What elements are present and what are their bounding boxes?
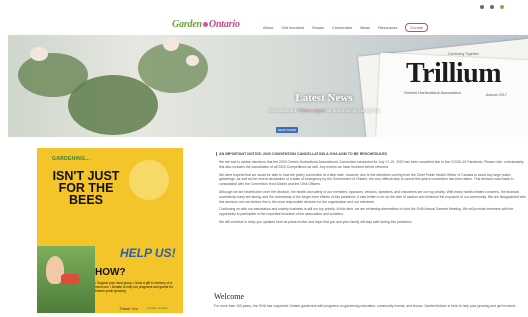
logo-part-ontario: Ontario — [208, 19, 240, 30]
notice-heading: AN IMPORTANT NOTICE: 2020 CONVENTION CAN… — [216, 152, 526, 156]
nav-news[interactable]: News — [360, 25, 370, 30]
email-icon[interactable] — [500, 5, 504, 9]
social-icons — [480, 5, 504, 9]
notice-paragraph: Although we are heartbroken over the dec… — [219, 189, 526, 204]
poster-help-us: HELP US! — [120, 246, 176, 260]
top-utility-bar — [0, 0, 528, 17]
notice-paragraph: We are sad to advise members that the 20… — [219, 160, 524, 169]
trillium-pages-link[interactable]: Trillium pages — [297, 108, 325, 113]
poster-how-text: • Support your local group • Grow a gift… — [95, 281, 173, 294]
nav-resources[interactable]: Resources — [378, 25, 397, 30]
bee-illustration — [129, 160, 169, 200]
welcome-title: Welcome — [214, 292, 245, 301]
fundraising-poster[interactable]: GARDENING... ISN'T JUST FOR THE BEES HEL… — [37, 148, 183, 313]
hero-subtitle-text: Download our — [268, 108, 298, 113]
magazine-corner-text: Gardening Together — [448, 52, 479, 56]
watering-can-icon — [61, 274, 79, 284]
site-logo[interactable]: Garden Ontario — [172, 19, 240, 30]
hero-subtitle-text: for some family friendly fun. — [325, 108, 382, 113]
site-header: Garden Ontario About Get Involved Shows C… — [0, 17, 528, 35]
logo-part-garden: Garden — [172, 19, 202, 30]
convention-notice: AN IMPORTANT NOTICE: 2020 CONVENTION CAN… — [214, 150, 528, 288]
poster-kicker: GARDENING... — [52, 156, 91, 162]
notice-paragraph: Continuing on with our association and s… — [219, 207, 514, 217]
notice-paragraph: We will continue to keep you updated her… — [219, 219, 413, 224]
nav-shows[interactable]: Shows — [312, 25, 324, 30]
read-more-button[interactable]: READ MORE — [276, 127, 298, 133]
facebook-icon[interactable] — [480, 5, 484, 9]
flower-icon — [202, 22, 208, 28]
main-nav: About Get Involved Shows Convention News… — [263, 23, 429, 32]
nav-about[interactable]: About — [263, 25, 273, 30]
magazine-title: Trillium — [406, 58, 502, 89]
hero-banner: Gardening Together Trillium Ontario Hort… — [8, 35, 528, 137]
notice-paragraph: We were hopeful that we would be able to… — [219, 172, 514, 187]
poster-org: Garden Ontario — [147, 306, 168, 310]
welcome-text: For more than 100 years, the OHA has sup… — [214, 304, 516, 308]
donate-button[interactable]: Donate — [405, 23, 429, 32]
flower-bloom — [163, 37, 179, 51]
instagram-icon[interactable] — [490, 5, 494, 9]
poster-headline: ISN'T JUST FOR THE BEES — [52, 169, 120, 207]
nav-convention[interactable]: Convention — [332, 25, 352, 30]
plant-leaves — [68, 75, 158, 135]
poster-thanks: Thank You — [119, 306, 139, 311]
magazine-tagline: Ontario Horticultural Association — [404, 90, 461, 95]
poster-how: HOW? — [95, 267, 126, 278]
flower-bloom — [30, 47, 48, 61]
flower-bloom — [186, 55, 199, 66]
nav-get-involved[interactable]: Get Involved — [281, 25, 303, 30]
magazine-date: Autumn 2017 — [486, 93, 507, 97]
hero-title: Latest News — [295, 92, 353, 104]
hero-subtitle: Download our Trillium pages for some fam… — [220, 108, 430, 113]
